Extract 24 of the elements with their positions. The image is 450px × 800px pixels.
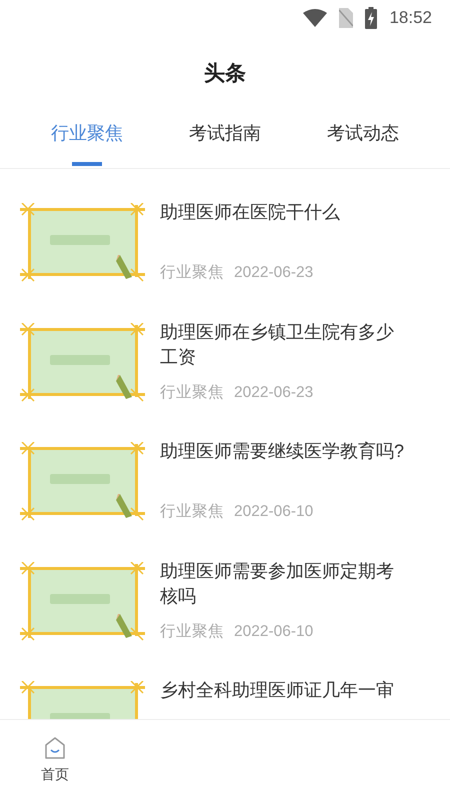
article-date: 2022-06-10 [234,622,314,642]
article-date: 2022-06-10 [234,502,314,522]
article-category: 行业聚焦 [160,622,224,642]
wifi-icon [303,8,328,26]
tab[interactable]: 考试指南 [156,113,294,168]
article-date: 2022-06-23 [234,382,314,402]
article-title[interactable]: 助理医师需要参加医师定期考核吗 [160,558,408,608]
article-category: 行业聚焦 [160,263,224,283]
tab[interactable]: 考试动态 [294,113,432,168]
article-category: 行业聚焦 [160,382,224,402]
tab-indicator [72,162,102,166]
article-title[interactable]: 乡村全科助理医师证几年一审 [160,678,408,703]
article-title[interactable]: 助理医师需要继续医学教育吗? [160,439,408,464]
article-category: 行业聚焦 [160,502,224,522]
tab[interactable]: 行业聚焦 [18,113,156,168]
article-date: 2022-06-23 [234,263,314,283]
status-time: 18:52 [389,6,432,29]
nav-tab[interactable]: 首页 [0,720,110,800]
home-icon [44,736,66,760]
article-title[interactable]: 助理医师在医院干什么 [160,200,408,225]
no-sim-icon [339,8,354,28]
battery-charging-icon [365,6,378,28]
article-title[interactable]: 助理医师在乡镇卫生院有多少工资 [160,320,408,370]
page-title: 头条 [204,61,246,88]
